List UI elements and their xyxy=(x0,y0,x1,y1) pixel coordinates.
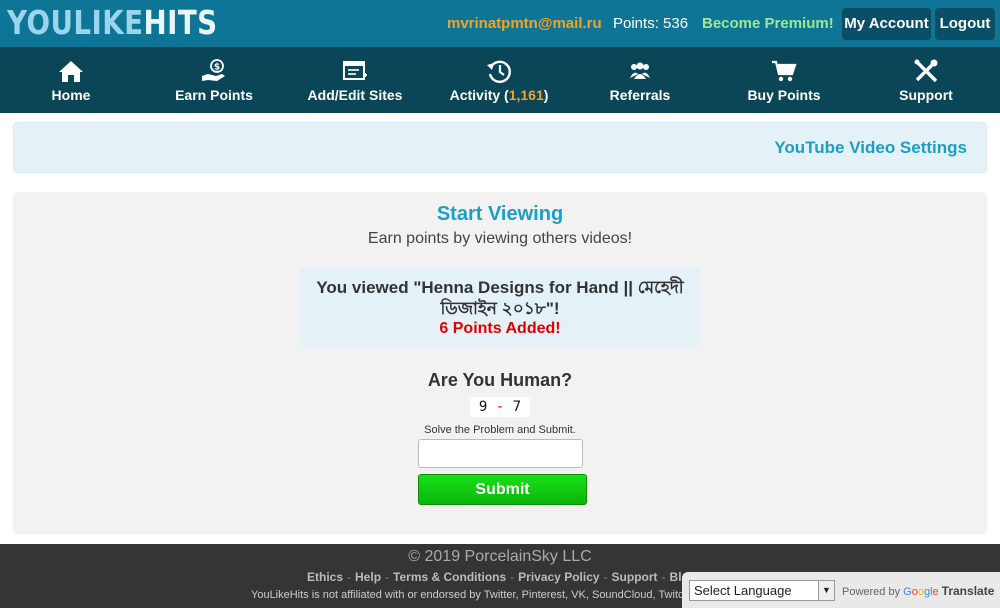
top-bar: YOULIKEHITS mvrinatpmtn@mail.ru Points: … xyxy=(0,0,1000,47)
youtube-video-settings-link[interactable]: YouTube Video Settings xyxy=(774,138,967,158)
nav-earn-points[interactable]: $ Earn Points xyxy=(164,47,264,113)
google-letter: G xyxy=(903,586,912,598)
captcha-answer-input[interactable] xyxy=(418,439,583,468)
captcha-operand-b: 7 xyxy=(512,399,522,415)
captcha-operand-a: 9 xyxy=(478,399,488,415)
footer-separator: - xyxy=(510,570,515,584)
footer-link-help[interactable]: Help xyxy=(355,570,381,584)
affiliation-disclaimer: YouLikeHits is not affiliated with or en… xyxy=(251,589,684,601)
google-logo[interactable]: Google xyxy=(903,586,939,598)
translate-widget: Select Language ▼ Powered by Google Trans… xyxy=(682,572,1000,608)
nav-buy-points-label: Buy Points xyxy=(747,87,821,103)
footer-separator: - xyxy=(661,570,666,584)
powered-by-google: Powered by Google Translate xyxy=(842,584,994,598)
nav-add-edit-sites-label: Add/Edit Sites xyxy=(307,87,403,103)
solve-instruction: Solve the Problem and Submit. xyxy=(424,424,576,436)
points-counter: Points: 536 xyxy=(613,15,689,32)
are-you-human-heading: Are You Human? xyxy=(427,370,573,390)
captcha-problem: 9 - 7 xyxy=(470,397,530,417)
activity-label-suffix: ) xyxy=(543,87,549,103)
nav-home[interactable]: Home xyxy=(21,47,121,113)
main-nav: Home $ Earn Points Add/Edit Sites Activi… xyxy=(0,47,1000,113)
nav-home-label: Home xyxy=(51,87,91,103)
captcha-operator: - xyxy=(495,399,505,415)
chevron-down-icon: ▼ xyxy=(818,581,834,600)
home-icon xyxy=(59,61,83,82)
earn-points-subheading: Earn points by viewing others videos! xyxy=(367,230,633,247)
site-logo[interactable]: YOULIKEHITS xyxy=(7,3,218,43)
svg-text:$: $ xyxy=(214,63,220,73)
language-select-label: Select Language xyxy=(694,583,792,598)
activity-count: 1,161 xyxy=(508,87,544,103)
settings-bar: YouTube Video Settings xyxy=(13,122,987,173)
hand-coin-icon: $ xyxy=(202,59,225,81)
tools-icon xyxy=(914,59,938,83)
footer-link-support[interactable]: Support xyxy=(612,570,658,584)
footer-link-privacy[interactable]: Privacy Policy xyxy=(518,570,599,584)
people-icon xyxy=(630,62,650,79)
footer-link-terms[interactable]: Terms & Conditions xyxy=(393,570,506,584)
nav-support-label: Support xyxy=(899,87,953,103)
nav-earn-points-label: Earn Points xyxy=(175,87,253,103)
nav-referrals[interactable]: Referrals xyxy=(590,47,690,113)
my-account-button[interactable]: My Account xyxy=(842,8,931,40)
powered-by-text: Powered by xyxy=(842,586,901,598)
viewed-message: You viewed "Henna Designs for Hand || মে… xyxy=(316,278,684,318)
points-added-message: 6 Points Added! xyxy=(439,320,561,337)
copyright-text: © 2019 PorcelainSky LLC xyxy=(408,548,592,565)
submit-button[interactable]: Submit xyxy=(418,474,587,505)
cart-icon xyxy=(772,60,797,82)
footer-links: Ethics - Help - Terms & Conditions - Privacy P… xyxy=(307,570,689,584)
footer-separator: - xyxy=(347,570,352,584)
footer-link-ethics[interactable]: Ethics xyxy=(307,570,343,584)
nav-add-edit-sites[interactable]: Add/Edit Sites xyxy=(300,47,410,113)
nav-activity[interactable]: Activity (1,161) xyxy=(443,47,555,113)
nav-referrals-label: Referrals xyxy=(609,87,671,103)
viewed-notice: You viewed "Henna Designs for Hand || মে… xyxy=(300,267,700,347)
logo-text-youlike: YOULIKE xyxy=(7,3,144,42)
translate-label: Translate xyxy=(941,584,995,598)
nav-activity-label: Activity (1,161) xyxy=(443,87,555,103)
nav-buy-points[interactable]: Buy Points xyxy=(734,47,834,113)
logout-button[interactable]: Logout xyxy=(935,8,995,40)
footer-separator: - xyxy=(603,570,608,584)
activity-label-text: Activity ( xyxy=(449,87,509,103)
start-viewing-heading: Start Viewing xyxy=(436,203,564,225)
history-icon xyxy=(487,60,511,83)
edit-list-icon xyxy=(343,61,367,80)
become-premium-link[interactable]: Become Premium! xyxy=(702,15,834,32)
google-letter: e xyxy=(932,586,939,598)
logo-text-hits: HITS xyxy=(143,3,218,42)
footer-separator: - xyxy=(385,570,390,584)
nav-support[interactable]: Support xyxy=(876,47,976,113)
user-email-link[interactable]: mvrinatpmtn@mail.ru xyxy=(447,15,602,32)
viewing-panel: Start Viewing Earn points by viewing oth… xyxy=(13,192,987,534)
language-select[interactable]: Select Language ▼ xyxy=(689,580,835,601)
